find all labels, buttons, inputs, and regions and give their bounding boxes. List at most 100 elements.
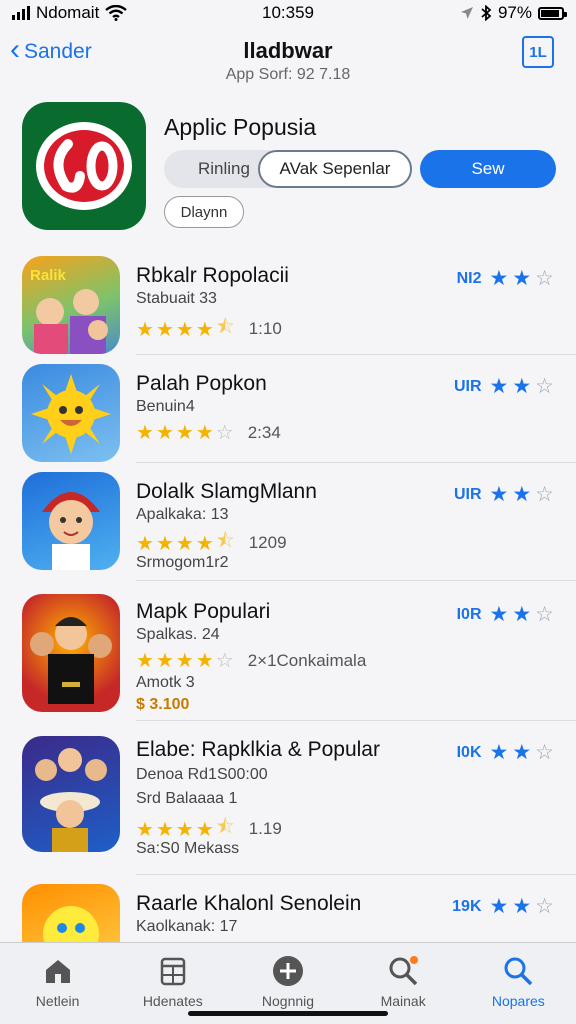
blue-star-empty-icon: ☆ [535, 741, 554, 764]
cartoon-boy-icon [42, 492, 100, 570]
rank-label: UIR [453, 377, 482, 395]
segment-sew-button[interactable]: Sew [420, 150, 556, 188]
blue-star-empty-icon: ☆ [535, 603, 554, 626]
star-rating: ★ ★ ★ ★ ☆ 2×1Conkaimala [136, 648, 366, 673]
list-item[interactable]: Mapk Populari Spalkas. 24 ★ ★ ★ ★ ☆ 2×1Conka… [0, 584, 576, 721]
tab-label: Hdenates [142, 993, 203, 1009]
page-subtitle: App Sorf: 92 7.18 [225, 66, 351, 83]
blue-star-icon: ★ [512, 603, 532, 626]
blue-star-icon: ★ [512, 267, 532, 290]
rating-count: 1209 [248, 533, 287, 552]
rank-badge: I0K ★ ★ ☆ [457, 740, 554, 765]
app-title: Raarle Khalonl Senolein [136, 892, 362, 915]
app-icon [22, 594, 120, 712]
hero-title: Applic Popusia [164, 114, 317, 140]
app-subtitle: Denoa Rd1S00:00 [136, 766, 268, 783]
app-title: Rbkalr Ropolacii [136, 264, 289, 287]
rank-label: I0R [456, 605, 482, 623]
star-icon: ★ [155, 532, 174, 555]
half-star-icon: ⯪ [215, 316, 235, 338]
app-icon [22, 884, 120, 942]
list-item[interactable]: Raarle Khalonl Senolein Kaolkanak: 17 19… [0, 880, 576, 942]
star-rating: ★ ★ ★ ★ ☆ 2:34 [136, 420, 281, 445]
dlaynn-chip[interactable]: Dlaynn [164, 196, 244, 228]
star-icon: ★ [175, 532, 194, 555]
app-icon [22, 472, 120, 570]
tab-label: Netlein [35, 993, 80, 1009]
divider [136, 462, 576, 463]
app-subtitle-secondary: Srd Balaaaa 1 [136, 790, 238, 807]
star-icon: ★ [175, 818, 194, 841]
tab-hdenates[interactable]: Hdenates [123, 955, 223, 1009]
price-label: $ 3.100 [136, 696, 190, 713]
svg-text:Ralik: Ralik [30, 267, 67, 284]
app-subtitle: Apalkaka: 13 [136, 506, 229, 523]
tab-nognnig[interactable]: Nognnig [238, 955, 338, 1009]
tab-mainak[interactable]: Mainak [353, 955, 453, 1009]
home-indicator[interactable] [188, 1011, 388, 1016]
list-item[interactable]: Ralik Rbkalr Ropolacii Stabuait 33 ★ ★ ★ ★ ⯪… [0, 250, 576, 356]
nav-bar: ‹ Sander lladbwar App Sorf: 92 7.18 1L [0, 30, 576, 90]
star-icon: ★ [155, 422, 174, 444]
app-subtitle: Kaolkanak: 17 [136, 918, 238, 935]
blue-star-empty-icon: ☆ [535, 895, 554, 918]
blue-star-icon: ★ [512, 375, 532, 398]
page-title: lladbwar [243, 38, 333, 63]
star-empty-icon: ☆ [215, 650, 234, 672]
share-button[interactable]: 1L [522, 36, 554, 68]
blue-star-empty-icon: ☆ [535, 267, 554, 290]
list-item[interactable]: Dolalk SlamgMlann Apalkaka: 13 ★ ★ ★ ★ ⯪ 120… [0, 466, 576, 581]
sun-icon [31, 374, 111, 454]
app-icon: Ralik [22, 256, 120, 354]
rank-badge: 19K ★ ★ ☆ [452, 894, 554, 919]
blue-star-icon: ★ [489, 741, 509, 764]
blue-star-icon: ★ [489, 603, 509, 626]
smiley-character-icon [43, 906, 99, 942]
star-icon: ★ [195, 818, 214, 841]
status-bar: Ndomait 10:359 97% [0, 0, 576, 26]
rank-label: 19K [452, 897, 482, 915]
app-title: Palah Popkon [136, 372, 267, 395]
rank-badge: NI2 ★ ★ ☆ [457, 266, 554, 291]
share-icon: 1L [529, 43, 547, 61]
clock: 10:359 [262, 3, 314, 22]
blue-star-icon: ★ [512, 483, 532, 506]
tab-label: Mainak [380, 993, 426, 1009]
rank-label: UIR [453, 485, 482, 503]
rank-label: NI2 [456, 269, 482, 287]
search-icon [502, 955, 534, 987]
blue-star-icon: ★ [489, 895, 509, 918]
rank-badge: UIR ★ ★ ☆ [454, 482, 554, 507]
tab-label: Nognnig [261, 993, 315, 1009]
list-item[interactable]: Elabe: Rapklkia & Popular Denoa Rd1S00:0… [0, 724, 576, 875]
home-icon [42, 955, 74, 987]
app-subtitle: Spalkas. 24 [136, 626, 220, 643]
star-icon: ★ [155, 818, 174, 841]
star-icon: ★ [136, 318, 154, 341]
app-meta: Amotk 3 [136, 674, 195, 691]
tab-nopares[interactable]: Nopares [468, 955, 568, 1009]
star-icon: ★ [155, 318, 174, 341]
star-icon: ★ [195, 532, 214, 555]
hero-section: Applic Popusia Rinling AVak Sepenlar Sew… [0, 100, 576, 240]
rank-label: I0K [456, 743, 482, 761]
rating-count: 1:10 [248, 319, 282, 338]
tab-netlein[interactable]: Netlein [8, 955, 108, 1009]
star-icon: ★ [175, 650, 194, 672]
segment-avak-sepenlar[interactable]: AVak Sepenlar [258, 150, 412, 188]
list-item[interactable]: Palah Popkon Benuin4 ★ ★ ★ ★ ☆ 2:34 UIR ★ ★ ☆ [0, 358, 576, 464]
rank-badge: UIR ★ ★ ☆ [454, 374, 554, 399]
star-rating: ★ ★ ★ ★ ⯪ 1:10 [136, 312, 282, 346]
battery-icon [538, 6, 567, 20]
rating-count: 1.19 [248, 819, 282, 838]
blue-star-icon: ★ [489, 375, 509, 398]
blue-star-icon: ★ [489, 267, 509, 290]
hero-logo-icon [36, 122, 132, 210]
tab-bar: Netlein Hdenates Nognnig Mainak Nopares [0, 942, 576, 1024]
family-illustration-icon: Ralik [30, 267, 108, 354]
app-icon [22, 364, 120, 462]
app-meta: Srmogom1r2 [136, 554, 229, 571]
app-subtitle: Benuin4 [136, 398, 195, 415]
divider [136, 580, 576, 581]
hero-app-icon[interactable] [22, 102, 146, 230]
